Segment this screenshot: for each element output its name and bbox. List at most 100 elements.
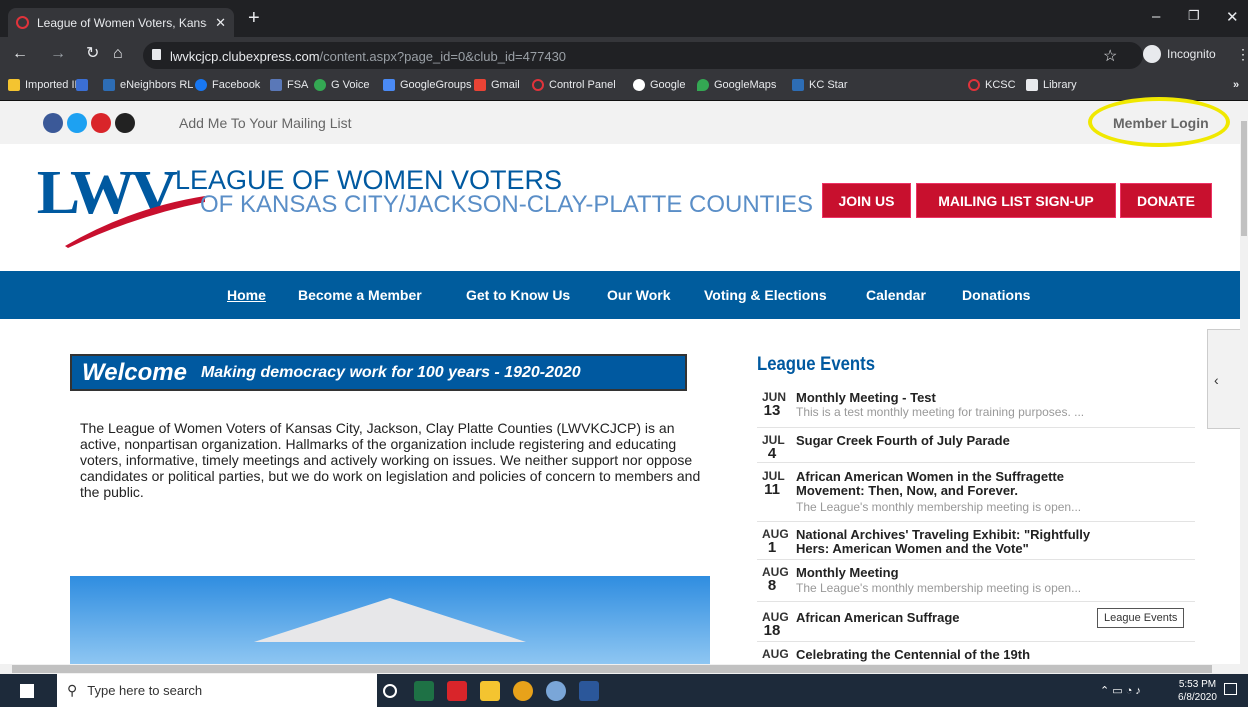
- nav-home[interactable]: Home: [227, 287, 266, 303]
- event-day: 8: [767, 577, 777, 594]
- event-title[interactable]: Monthly Meeting: [796, 566, 899, 580]
- bookmark-gmail[interactable]: Gmail: [474, 79, 520, 91]
- bookmark-label: Library: [1043, 79, 1077, 91]
- bookmark-label: eNeighbors RL: [120, 79, 194, 91]
- close-window-icon[interactable]: ✕: [1226, 8, 1239, 26]
- home-icon[interactable]: ⌂: [113, 44, 123, 64]
- bookmark-label: GoogleGroups: [400, 79, 472, 91]
- taskbar-clock[interactable]: 5:53 PM 6/8/2020: [1178, 678, 1217, 704]
- event-title-cont[interactable]: Hers: American Women and the Vote": [796, 542, 1029, 556]
- donate-button[interactable]: DONATE: [1120, 183, 1212, 218]
- nav-donations[interactable]: Donations: [962, 287, 1030, 303]
- mailing-list-link[interactable]: Add Me To Your Mailing List: [179, 115, 352, 131]
- facebook-icon: [195, 79, 207, 91]
- event-item[interactable]: AUG 1 National Archives' Traveling Exhib…: [757, 528, 1195, 560]
- events-heading[interactable]: League Events: [757, 354, 875, 376]
- nav-our-work[interactable]: Our Work: [607, 287, 671, 303]
- map-pin-icon: [697, 79, 709, 91]
- facebook-icon[interactable]: [43, 113, 63, 133]
- event-title[interactable]: Celebrating the Centennial of the 19th: [796, 648, 1030, 662]
- circle-icon: [968, 79, 980, 91]
- restore-icon[interactable]: ❐: [1188, 8, 1200, 24]
- bookmark-blank[interactable]: [76, 79, 88, 91]
- nav-become-member[interactable]: Become a Member: [298, 287, 422, 303]
- minimize-icon[interactable]: –: [1152, 8, 1160, 25]
- event-title-cont[interactable]: Movement: Then, Now, and Forever.: [796, 484, 1018, 498]
- taskbar-search[interactable]: ⚲ Type here to search: [57, 674, 377, 707]
- twitter-icon[interactable]: [67, 113, 87, 133]
- chevron-left-icon[interactable]: ‹: [1214, 372, 1219, 388]
- event-item[interactable]: AUG Celebrating the Centennial of the 19…: [757, 648, 1195, 664]
- acrobat-icon[interactable]: [447, 681, 467, 701]
- event-item[interactable]: JUN 13 Monthly Meeting - Test This is a …: [757, 391, 1195, 428]
- join-us-button[interactable]: JOIN US: [822, 183, 911, 218]
- event-title[interactable]: National Archives' Traveling Exhibit: "R…: [796, 528, 1090, 542]
- event-title[interactable]: African American Women in the Suffragett…: [796, 470, 1064, 484]
- google-icon: [633, 79, 645, 91]
- bookmark-label: KCSC: [985, 79, 1016, 91]
- chrome-icon[interactable]: [513, 681, 533, 701]
- bookmark-facebook[interactable]: Facebook: [195, 79, 260, 91]
- back-icon[interactable]: ←: [12, 44, 28, 64]
- cortana-icon[interactable]: [383, 684, 397, 698]
- events-tooltip: League Events: [1097, 608, 1185, 628]
- nav-voting-elections[interactable]: Voting & Elections: [704, 287, 827, 303]
- youtube-icon[interactable]: [91, 113, 111, 133]
- event-item[interactable]: AUG 8 Monthly Meeting The League's month…: [757, 566, 1195, 602]
- word-icon[interactable]: [579, 681, 599, 701]
- url-path: /content.aspx?page_id=0&club_id=477430: [319, 49, 567, 64]
- bookmark-googlemaps[interactable]: GoogleMaps: [697, 79, 776, 91]
- circle-icon: [532, 79, 544, 91]
- bookmarks-overflow-icon[interactable]: »: [1233, 79, 1239, 91]
- new-tab-button[interactable]: +: [248, 8, 260, 28]
- mailing-list-signup-button[interactable]: MAILING LIST SIGN-UP: [916, 183, 1116, 218]
- bookmark-label: KC Star: [809, 79, 848, 91]
- windows-start-icon[interactable]: [20, 684, 34, 698]
- bookmark-library[interactable]: Library: [1026, 79, 1077, 91]
- browser-tab[interactable]: League of Women Voters, Kansas ✕: [8, 8, 234, 37]
- forward-icon[interactable]: →: [50, 44, 66, 64]
- site-favicon-icon: [16, 16, 29, 29]
- excel-icon[interactable]: [414, 681, 434, 701]
- nav-get-to-know-us[interactable]: Get to Know Us: [466, 287, 570, 303]
- paint-icon[interactable]: [546, 681, 566, 701]
- bookmark-label: Control Panel: [549, 79, 616, 91]
- bookmark-fsa[interactable]: FSA: [270, 79, 308, 91]
- url-text[interactable]: lwvkcjcp.clubexpress.com/content.aspx?pa…: [170, 49, 566, 64]
- bookmark-kcsc[interactable]: KCSC: [968, 79, 1016, 91]
- bookmark-eneighbors[interactable]: eNeighbors RL: [103, 79, 193, 91]
- welcome-title: Welcome: [82, 358, 187, 386]
- welcome-tagline: Making democracy work for 100 years - 19…: [200, 363, 581, 381]
- bookmark-kcstar[interactable]: KC Star: [792, 79, 848, 91]
- groups-icon: [383, 79, 395, 91]
- file-explorer-icon[interactable]: [480, 681, 500, 701]
- bookmark-google[interactable]: Google: [633, 79, 685, 91]
- menu-icon[interactable]: ⋮: [1236, 44, 1248, 64]
- building-pediment: [254, 598, 526, 642]
- scroll-thumb[interactable]: [12, 665, 1212, 673]
- horizontal-scrollbar[interactable]: [0, 664, 1248, 674]
- incognito-indicator[interactable]: Incognito: [1143, 45, 1216, 63]
- bookmark-googlegroups[interactable]: GoogleGroups: [383, 79, 472, 91]
- notifications-icon[interactable]: [1224, 683, 1237, 695]
- close-tab-icon[interactable]: ✕: [215, 15, 226, 31]
- event-item[interactable]: JUL 11 African American Women in the Suf…: [757, 470, 1195, 522]
- share-icon[interactable]: [115, 113, 135, 133]
- social-icons: [43, 113, 135, 133]
- event-item[interactable]: JUL 4 Sugar Creek Fourth of July Parade: [757, 434, 1195, 463]
- vertical-scrollbar[interactable]: [1240, 101, 1248, 664]
- scroll-thumb[interactable]: [1241, 121, 1247, 236]
- bookmark-imported-ie[interactable]: Imported IE: [8, 79, 82, 91]
- bookmark-gvoice[interactable]: G Voice: [314, 79, 370, 91]
- bookmark-label: Imported IE: [25, 79, 82, 91]
- bookmark-star-icon[interactable]: ☆: [1103, 46, 1117, 66]
- system-tray-icons[interactable]: ⌃ ▭ ◔ ♪: [1100, 684, 1141, 697]
- bookmark-control-panel[interactable]: Control Panel: [532, 79, 616, 91]
- reload-icon[interactable]: ↻: [86, 44, 99, 64]
- event-title[interactable]: Monthly Meeting - Test: [796, 391, 936, 405]
- event-title[interactable]: Sugar Creek Fourth of July Parade: [796, 434, 1010, 448]
- bookmark-label: Gmail: [491, 79, 520, 91]
- event-title[interactable]: African American Suffrage: [796, 611, 960, 625]
- nav-calendar[interactable]: Calendar: [866, 287, 926, 303]
- phone-icon: [314, 79, 326, 91]
